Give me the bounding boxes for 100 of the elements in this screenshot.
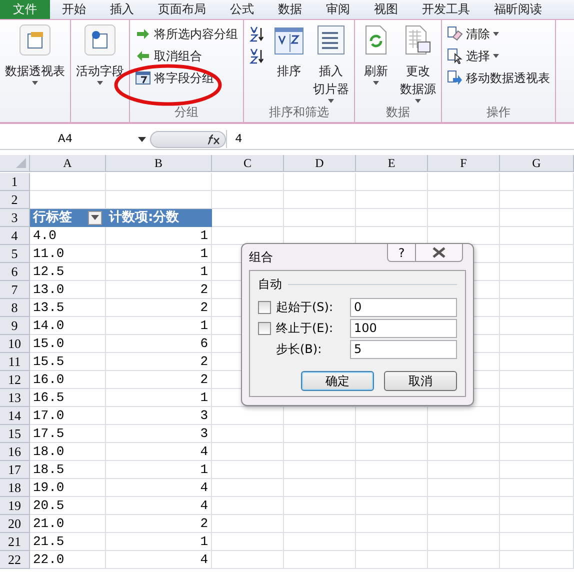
ribbon-button[interactable]: 更改 数据源 (398, 24, 438, 104)
empty-cell (212, 191, 284, 209)
column-header[interactable]: C (212, 155, 284, 172)
empty-cell (284, 551, 356, 569)
ribbon-button[interactable]: 数据透视表 (3, 24, 67, 104)
ribbon-tab[interactable]: 开始 (50, 0, 98, 19)
input-field[interactable]: 100 (350, 319, 457, 338)
function-icon[interactable] (205, 133, 221, 145)
empty-cell (428, 173, 500, 191)
empty-cell (428, 443, 500, 461)
dialog-button[interactable]: 取消 (384, 371, 457, 391)
table-cell: 4 (106, 479, 212, 497)
formula-field[interactable]: 4 (226, 130, 574, 148)
column-header[interactable]: A (30, 155, 106, 172)
triangle-icon (16, 158, 26, 168)
row-header[interactable]: 18 (0, 479, 30, 497)
field-label: 起始于(S): (276, 299, 334, 316)
row-header[interactable]: 16 (0, 443, 30, 461)
table-cell: 20.5 (30, 497, 106, 515)
table-cell: 1 (106, 245, 212, 263)
close-button[interactable] (416, 244, 463, 262)
column-header[interactable]: E (356, 155, 428, 172)
dialog-button[interactable]: 确定 (301, 371, 374, 391)
input-field[interactable]: 5 (350, 340, 457, 359)
ribbon-button[interactable]: 将所选内容分组 (133, 24, 240, 44)
column-header[interactable]: G (500, 155, 574, 172)
table-cell: 3 (106, 425, 212, 443)
select-icon (447, 48, 463, 64)
checkbox[interactable] (258, 322, 271, 335)
row-header[interactable]: 1 (0, 173, 30, 191)
sortza-icon (249, 48, 265, 64)
empty-cell (428, 533, 500, 551)
table-cell: 2 (106, 371, 212, 389)
table-cell: 6 (106, 335, 212, 353)
ribbon-tab[interactable]: 福昕阅读 (482, 0, 554, 19)
ribbon-tab[interactable]: 视图 (362, 0, 410, 19)
row-header[interactable]: 12 (0, 371, 30, 389)
row-header[interactable]: 2 (0, 191, 30, 209)
empty-cell (356, 443, 428, 461)
ribbon-button[interactable]: 活动字段 (74, 24, 126, 104)
row-header[interactable]: 5 (0, 245, 30, 263)
row-header[interactable]: 13 (0, 389, 30, 407)
filter-dropdown-button[interactable] (88, 210, 102, 224)
table-cell: 16.0 (30, 371, 106, 389)
row-header[interactable]: 9 (0, 317, 30, 335)
table-cell: 2 (106, 299, 212, 317)
pivot-icon (19, 24, 51, 56)
help-button[interactable]: ? (387, 244, 416, 262)
ribbon-tab[interactable]: 插入 (98, 0, 146, 19)
row-header[interactable]: 8 (0, 299, 30, 317)
row-header[interactable]: 17 (0, 461, 30, 479)
row-header[interactable]: 20 (0, 515, 30, 533)
name-box[interactable]: A4 (0, 130, 150, 148)
row-header[interactable]: 10 (0, 335, 30, 353)
table-cell: 17.5 (30, 425, 106, 443)
ribbon-tab[interactable]: 审阅 (314, 0, 362, 19)
ribbon-tab[interactable]: 开发工具 (410, 0, 482, 19)
row-header[interactable]: 6 (0, 263, 30, 281)
empty-cell (212, 443, 284, 461)
checkbox[interactable] (258, 301, 271, 314)
empty-cell (356, 191, 428, 209)
ribbon-button[interactable]: 取消组合 (133, 46, 240, 66)
row-header[interactable]: 19 (0, 497, 30, 515)
row-header[interactable]: 15 (0, 425, 30, 443)
column-header[interactable]: B (106, 155, 212, 172)
empty-cell (212, 407, 284, 425)
empty-cell (428, 191, 500, 209)
empty-cell (284, 443, 356, 461)
column-header[interactable]: D (284, 155, 356, 172)
row-header[interactable]: 4 (0, 227, 30, 245)
row-header[interactable]: 14 (0, 407, 30, 425)
table-cell: 2 (106, 281, 212, 299)
row-header[interactable]: 11 (0, 353, 30, 371)
table-cell: 14.0 (30, 317, 106, 335)
ribbon-tab[interactable]: 页面布局 (146, 0, 218, 19)
ribbon-button[interactable]: 清除 (445, 24, 552, 44)
ribbon-button[interactable]: 刷新 (358, 24, 394, 104)
ribbon-button[interactable]: 排序 (271, 24, 307, 104)
ribbon-button[interactable]: 插入 切片器 (311, 24, 351, 104)
ribbon-button[interactable]: 选择 (445, 46, 552, 66)
ribbon-tab[interactable]: 公式 (218, 0, 266, 19)
row-header[interactable]: 7 (0, 281, 30, 299)
table-cell: 2 (106, 515, 212, 533)
empty-cell (356, 533, 428, 551)
row-header[interactable]: 3 (0, 209, 30, 227)
ribbon-tab[interactable]: 数据 (266, 0, 314, 19)
row-header[interactable]: 22 (0, 551, 30, 569)
column-header[interactable]: F (428, 155, 500, 172)
input-field[interactable]: 0 (350, 298, 457, 317)
close-icon (432, 247, 446, 258)
empty-cell (356, 425, 428, 443)
field-label: 终止于(E): (276, 320, 334, 337)
ribbon-button[interactable]: 移动数据透视表 (445, 68, 552, 88)
row-header[interactable]: 21 (0, 533, 30, 551)
table-cell: 15.0 (30, 335, 106, 353)
table-cell: 21.0 (30, 515, 106, 533)
group-icon (135, 26, 151, 42)
field-label: 步长(B): (276, 341, 323, 358)
table-cell: 4 (106, 551, 212, 569)
table-cell: 4 (106, 497, 212, 515)
